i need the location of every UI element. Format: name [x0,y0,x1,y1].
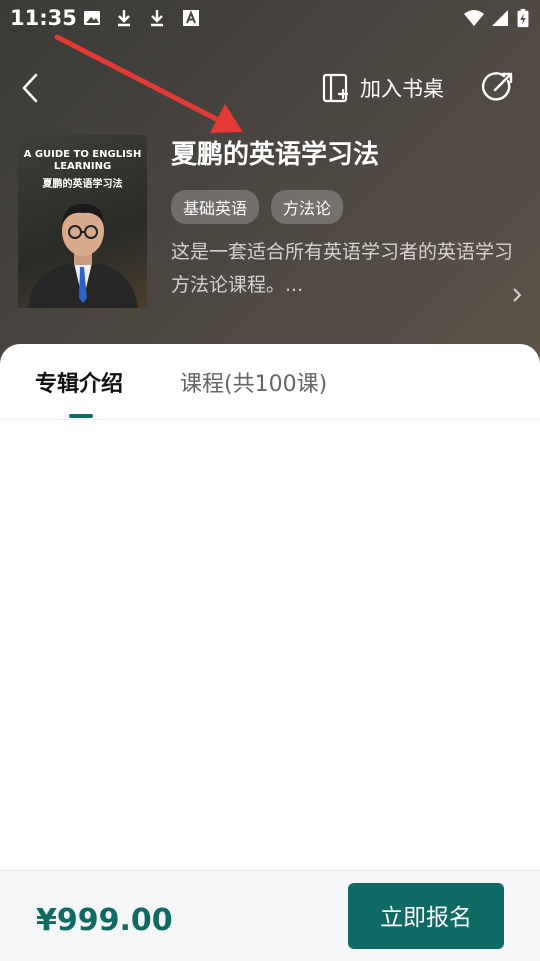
image-icon [84,11,100,25]
add-to-shelf-label: 加入书桌 [360,77,444,101]
course-header-background: 11:35 加入书桌 A GUIDE TO ENGLISH LEARNING 夏… [0,0,540,380]
share-icon[interactable] [481,70,515,104]
course-title: 夏鹏的英语学习法 [171,140,380,170]
add-to-shelf-icon [322,73,348,103]
download-icon [151,10,163,27]
cover-chinese-title: 夏鹏的英语学习法 [42,179,123,190]
tab-album-intro[interactable]: 专辑介绍 [35,366,123,398]
wifi-icon [464,10,484,26]
course-description[interactable]: 这是一套适合所有英语学习者的英语学习方法论课程。... [171,236,515,302]
add-to-shelf-button[interactable]: 加入书桌 [322,72,444,104]
chevron-right-icon[interactable] [510,286,524,304]
signal-icon [492,10,508,26]
tag[interactable]: 方法论 [271,190,344,224]
instructor-portrait [28,203,138,308]
cover-english-title: A GUIDE TO ENGLISH LEARNING [23,149,142,172]
active-tab-indicator [69,414,93,418]
tag-list: 基础英语 方法论 [171,190,344,224]
course-cover: A GUIDE TO ENGLISH LEARNING 夏鹏的英语学习法 [18,135,147,308]
content-sheet: 专辑介绍 课程(共100课) [0,344,540,960]
tab-lessons[interactable]: 课程(共100课) [180,366,327,398]
back-icon[interactable] [18,72,42,104]
status-time: 11:35 [10,6,77,30]
download-icon [118,10,130,27]
status-bar: 11:35 [0,0,540,36]
tag[interactable]: 基础英语 [171,190,260,224]
enroll-button[interactable]: 立即报名 [348,883,504,949]
purchase-bar: ¥999.00 立即报名 [0,870,540,961]
top-bar: 加入书桌 [0,60,540,116]
tab-bar: 专辑介绍 课程(共100课) [0,344,540,420]
price: ¥999.00 [36,903,173,938]
battery-icon [517,8,529,28]
font-icon [183,10,199,26]
